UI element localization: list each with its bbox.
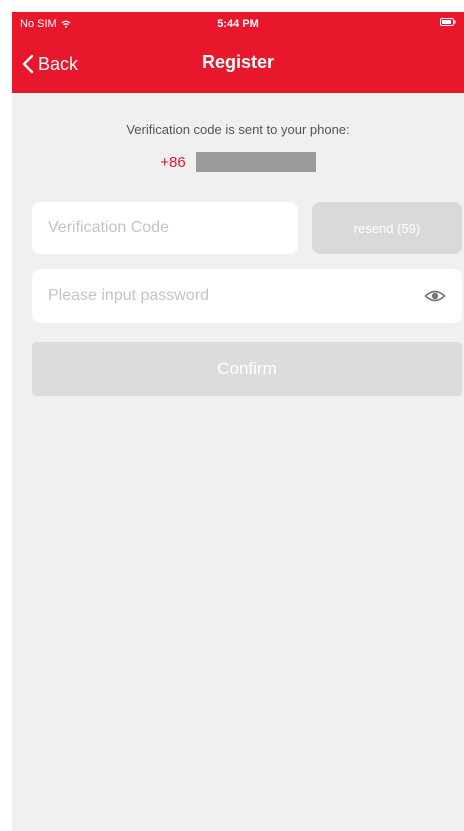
phone-number-redacted	[195, 152, 316, 172]
eye-icon[interactable]	[424, 286, 446, 306]
country-code: +86	[160, 153, 186, 171]
page-title: Register	[201, 52, 275, 72]
verification-code-input[interactable]	[32, 202, 298, 254]
phone-number: +86	[12, 152, 464, 172]
status-time: 5:44 PM	[217, 18, 259, 30]
status-indicators	[440, 18, 456, 26]
resend-code-button[interactable]: resend (59)	[312, 202, 462, 254]
password-input[interactable]	[32, 269, 412, 323]
confirm-button[interactable]: Confirm	[32, 342, 462, 396]
password-row	[32, 269, 462, 323]
nav-bar: Back Register	[12, 36, 464, 93]
register-screen: No SIM 5:44 PM Back Register Verificatio…	[12, 12, 464, 831]
verification-notice: Verification code is sent to your phone:	[126, 122, 350, 137]
status-bar: No SIM 5:44 PM	[12, 12, 464, 36]
battery-icon	[440, 18, 456, 26]
header: No SIM 5:44 PM Back Register	[12, 12, 464, 93]
